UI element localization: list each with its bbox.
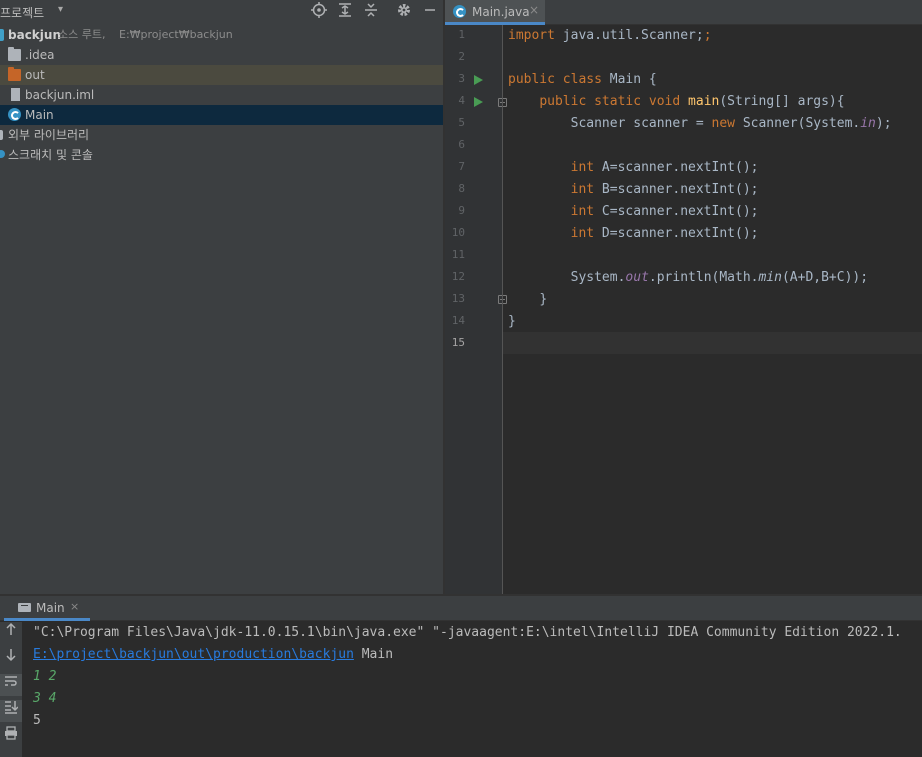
- line-number: 3: [458, 72, 465, 85]
- tree-item-label: backjun.iml: [25, 88, 95, 102]
- code-line-10: int D=scanner.nextInt();: [570, 226, 759, 241]
- tree-item-backjun-iml[interactable]: backjun.iml: [0, 85, 443, 105]
- line-number: 14: [451, 314, 465, 327]
- soft-wrap-icon[interactable]: [0, 674, 22, 696]
- tree-item-label: 스크래치 및 콘솔: [8, 148, 93, 162]
- run-class-icon[interactable]: [474, 75, 483, 85]
- java-class-icon: [453, 5, 466, 18]
- editor-tab-bar: Main.java ×: [445, 0, 922, 25]
- up-arrow-icon[interactable]: [0, 622, 22, 644]
- tree-item-label: out: [25, 68, 45, 82]
- scratch-icon: [0, 150, 5, 158]
- print-icon[interactable]: [0, 726, 22, 748]
- run-tab-bar: Main ×: [0, 596, 922, 621]
- run-tab-main[interactable]: Main ×: [4, 596, 90, 621]
- expand-all-icon[interactable]: [335, 2, 355, 22]
- line-number: 6: [458, 138, 465, 151]
- line-number: 4: [458, 94, 465, 107]
- console-output[interactable]: "C:\Program Files\Java\jdk-11.0.15.1\bin…: [22, 622, 922, 757]
- run-console-icon: [18, 603, 31, 612]
- project-tree[interactable]: backjun 소스 루트, E:₩project₩backjun .idea …: [0, 25, 443, 165]
- run-tool-window: Main × "C:\Program Files\Java\jdk-11.0.1…: [0, 596, 922, 757]
- console-input-line: 1 2: [33, 669, 57, 684]
- project-view-dropdown-icon[interactable]: ▾: [58, 4, 63, 15]
- line-number-gutter[interactable]: 1 2 3 4 5 6 7 8 9 10 11 12 13 14 15: [445, 25, 507, 594]
- project-panel-header: 프로젝트 ▾: [0, 0, 443, 24]
- run-tab-label: Main: [36, 601, 65, 615]
- code-line-12: System.out.println(Math.min(A+D,B+C));: [570, 270, 869, 285]
- line-number-current: 15: [451, 336, 465, 349]
- down-arrow-icon[interactable]: [0, 648, 22, 670]
- main-class-text: Main: [353, 647, 394, 662]
- line-number: 10: [451, 226, 465, 239]
- tab-main-java[interactable]: Main.java ×: [445, 0, 545, 25]
- console-command-line: "C:\Program Files\Java\jdk-11.0.15.1\bin…: [33, 625, 902, 640]
- run-main-icon[interactable]: [474, 97, 483, 107]
- line-number: 2: [458, 50, 465, 63]
- line-number: 11: [451, 248, 465, 261]
- tree-item-label: backjun: [8, 28, 61, 42]
- line-number: 5: [458, 116, 465, 129]
- code-line-3: public class Main {: [508, 72, 657, 87]
- tree-item-scratches[interactable]: 스크래치 및 콘솔: [0, 145, 443, 165]
- line-number: 8: [458, 182, 465, 195]
- iml-file-icon: [11, 88, 20, 101]
- locate-icon[interactable]: [309, 2, 329, 22]
- minimize-icon[interactable]: [420, 2, 440, 22]
- code-line-9: int C=scanner.nextInt();: [570, 204, 759, 219]
- close-run-tab-icon[interactable]: ×: [70, 600, 79, 613]
- caret-row-highlight: [503, 332, 922, 354]
- code-line-4: public static void main(String[] args){: [539, 94, 845, 109]
- code-line-1: import java.util.Scanner;;: [508, 28, 712, 43]
- close-tab-icon[interactable]: ×: [529, 3, 539, 17]
- tree-item-main[interactable]: Main: [0, 105, 443, 125]
- console-classpath-line: E:\project\backjun\out\production\backju…: [33, 644, 393, 666]
- java-class-icon: [8, 108, 21, 121]
- project-panel: 프로젝트 ▾ backjun 소스 루트, E:₩project₩backjun…: [0, 0, 443, 594]
- tree-item-backjun[interactable]: backjun 소스 루트, E:₩project₩backjun: [0, 25, 443, 45]
- folder-icon: [8, 47, 21, 61]
- project-panel-title[interactable]: 프로젝트: [0, 4, 44, 21]
- tree-item-label: .idea: [25, 48, 55, 62]
- line-number: 1: [458, 28, 465, 41]
- line-number: 9: [458, 204, 465, 217]
- code-line-7: int A=scanner.nextInt();: [570, 160, 759, 175]
- code-area[interactable]: import java.util.Scanner;; public class …: [503, 25, 922, 594]
- tab-label: Main.java: [472, 5, 530, 19]
- module-path: E:₩project₩backjun: [119, 28, 233, 41]
- line-number: 7: [458, 160, 465, 173]
- code-editor: Main.java × 1 2 3 4 5 6 7 8 9 10 11 12 1…: [445, 0, 922, 594]
- tree-item-external-libraries[interactable]: 외부 라이브러리: [0, 125, 443, 145]
- line-number: 12: [451, 270, 465, 283]
- collapse-all-icon[interactable]: [361, 2, 381, 22]
- code-line-8: int B=scanner.nextInt();: [570, 182, 759, 197]
- tree-item-out[interactable]: out: [0, 65, 443, 85]
- code-line-14: }: [508, 314, 516, 329]
- console-input-line: 3 4: [33, 691, 57, 706]
- tree-item-label: Main: [25, 108, 54, 122]
- gear-icon[interactable]: [394, 2, 414, 22]
- library-icon: [0, 130, 3, 140]
- source-root-label: 소스 루트,: [58, 28, 106, 41]
- folder-orange-icon: [8, 67, 21, 81]
- classpath-link[interactable]: E:\project\backjun\out\production\backju…: [33, 647, 354, 662]
- tree-item-label: 외부 라이브러리: [8, 128, 90, 142]
- console-output-line: 5: [33, 713, 41, 728]
- code-line-13: }: [539, 292, 548, 307]
- scroll-to-end-icon[interactable]: [0, 700, 22, 722]
- code-line-5: Scanner scanner = new Scanner(System.in)…: [570, 116, 892, 131]
- tree-item-idea[interactable]: .idea: [0, 45, 443, 65]
- run-toolbar: [0, 622, 22, 757]
- line-number: 13: [451, 292, 465, 305]
- module-icon: [0, 29, 4, 41]
